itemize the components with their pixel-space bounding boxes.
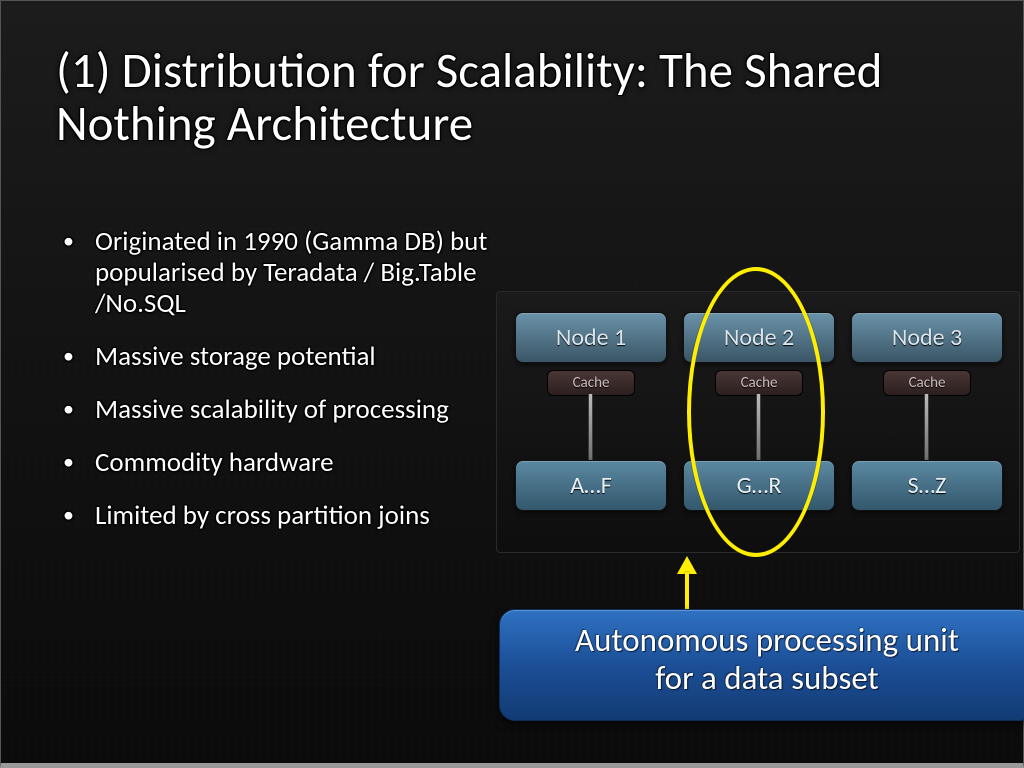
bullet-text: Commodity hardware [95,447,334,478]
node-box: Node 2 [683,312,835,363]
bullet-text: Originated in 1990 (Gamma DB) but popula… [95,226,488,319]
connector-line [756,394,761,460]
cache-box: Cache [715,370,803,396]
bullet-list: • Originated in 1990 (Gamma DB) but popu… [63,226,488,553]
cache-box: Cache [547,370,635,396]
list-item: • Massive storage potential [63,341,488,372]
bullet-icon: • [63,341,95,372]
callout-box: Autonomous processing unit for a data su… [499,609,1024,721]
bullet-icon: • [63,226,95,319]
list-item: • Limited by cross partition joins [63,500,488,531]
node-box: Node 1 [515,312,667,363]
data-box: A…F [515,460,667,511]
cache-box: Cache [883,370,971,396]
bullet-icon: • [63,447,95,478]
bullet-text: Limited by cross partition joins [95,500,430,531]
data-box: G…R [683,460,835,511]
node-box: Node 3 [851,312,1003,363]
bullet-text: Massive storage potential [95,341,376,372]
list-item: • Originated in 1990 (Gamma DB) but popu… [63,226,488,319]
connector-line [588,394,593,460]
arrow-shaft-icon [685,572,689,612]
callout-line1: Autonomous processing unit [575,620,959,660]
data-box: S…Z [851,460,1003,511]
slide-title: (1) Distribution for Scalability: The Sh… [56,45,966,151]
callout-line2: for a data subset [655,658,878,698]
bullet-icon: • [63,500,95,531]
connector-line [924,394,929,460]
list-item: • Massive scalability of processing [63,394,488,425]
architecture-diagram: Node 1 Cache A…F Node 2 Cache G…R Node 3… [496,291,1020,553]
slide: (1) Distribution for Scalability: The Sh… [0,0,1024,768]
list-item: • Commodity hardware [63,447,488,478]
bullet-icon: • [63,394,95,425]
bullet-text: Massive scalability of processing [95,394,449,425]
